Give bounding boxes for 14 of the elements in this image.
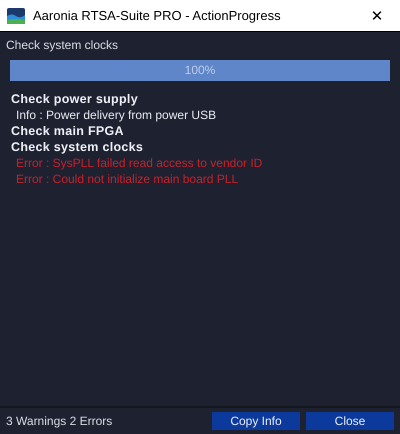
step-heading: Check power supply — [11, 91, 139, 107]
window-title: Aaronia RTSA-Suite PRO - ActionProgress — [33, 8, 282, 23]
close-button[interactable]: Close — [306, 412, 394, 430]
error-message: Error : Could not initialize main board PLL — [15, 171, 240, 187]
close-button[interactable]: ✕ — [354, 0, 400, 31]
info-message: Info : Power delivery from power USB — [15, 107, 218, 123]
app-icon — [7, 8, 25, 24]
progress-reading: 100% — [184, 63, 216, 77]
status-summary: 3 Warnings 2 Errors — [6, 414, 114, 428]
current-step-label: Check system clocks — [6, 38, 120, 54]
step-heading: Check main FPGA — [11, 123, 125, 139]
error-message: Error : SysPLL failed read access to vendor ID — [15, 155, 264, 171]
copy-info-button[interactable]: Copy Info — [212, 412, 300, 430]
step-heading: Check system clocks — [11, 139, 144, 155]
